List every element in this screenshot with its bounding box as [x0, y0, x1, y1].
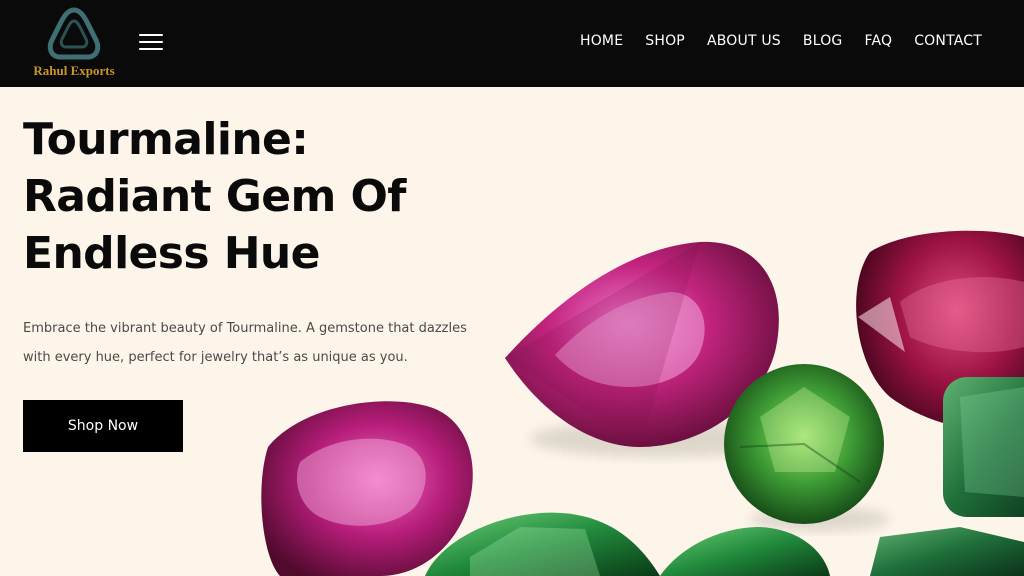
nav-link-contact[interactable]: CONTACT	[914, 33, 982, 49]
hero-description-line: Embrace the vibrant beauty of Tourmaline…	[23, 321, 467, 336]
hamburger-menu-button[interactable]	[139, 34, 163, 52]
nav-link-home[interactable]: HOME	[580, 33, 623, 49]
hero-title: Tourmaline: Radiant Gem Of Endless Hue	[23, 111, 443, 282]
hamburger-icon	[139, 34, 163, 36]
hero-title-line: Radiant Gem Of	[23, 171, 406, 222]
hero-title-line: Tourmaline:	[23, 114, 309, 165]
brand-name: Rahul Exports	[33, 63, 115, 78]
hero-section: Tourmaline: Radiant Gem Of Endless Hue E…	[0, 87, 1024, 576]
top-navbar: Rahul Exports HOME SHOP ABOUT US BLOG FA…	[0, 0, 1024, 87]
hero-description: Embrace the vibrant beauty of Tourmaline…	[23, 314, 493, 372]
hero-title-line: Endless Hue	[23, 228, 320, 279]
nav-link-about-us[interactable]: ABOUT US	[707, 33, 781, 49]
triangle-gem-logo-icon	[47, 7, 101, 60]
nav-link-shop[interactable]: SHOP	[645, 33, 685, 49]
main-navigation: HOME SHOP ABOUT US BLOG FAQ CONTACT	[580, 33, 982, 49]
shop-now-button[interactable]: Shop Now	[23, 400, 183, 452]
hero-description-line: with every hue, perfect for jewelry that…	[23, 350, 408, 365]
nav-link-faq[interactable]: FAQ	[864, 33, 892, 49]
brand-logo[interactable]: Rahul Exports	[26, 6, 122, 82]
nav-link-blog[interactable]: BLOG	[803, 33, 843, 49]
